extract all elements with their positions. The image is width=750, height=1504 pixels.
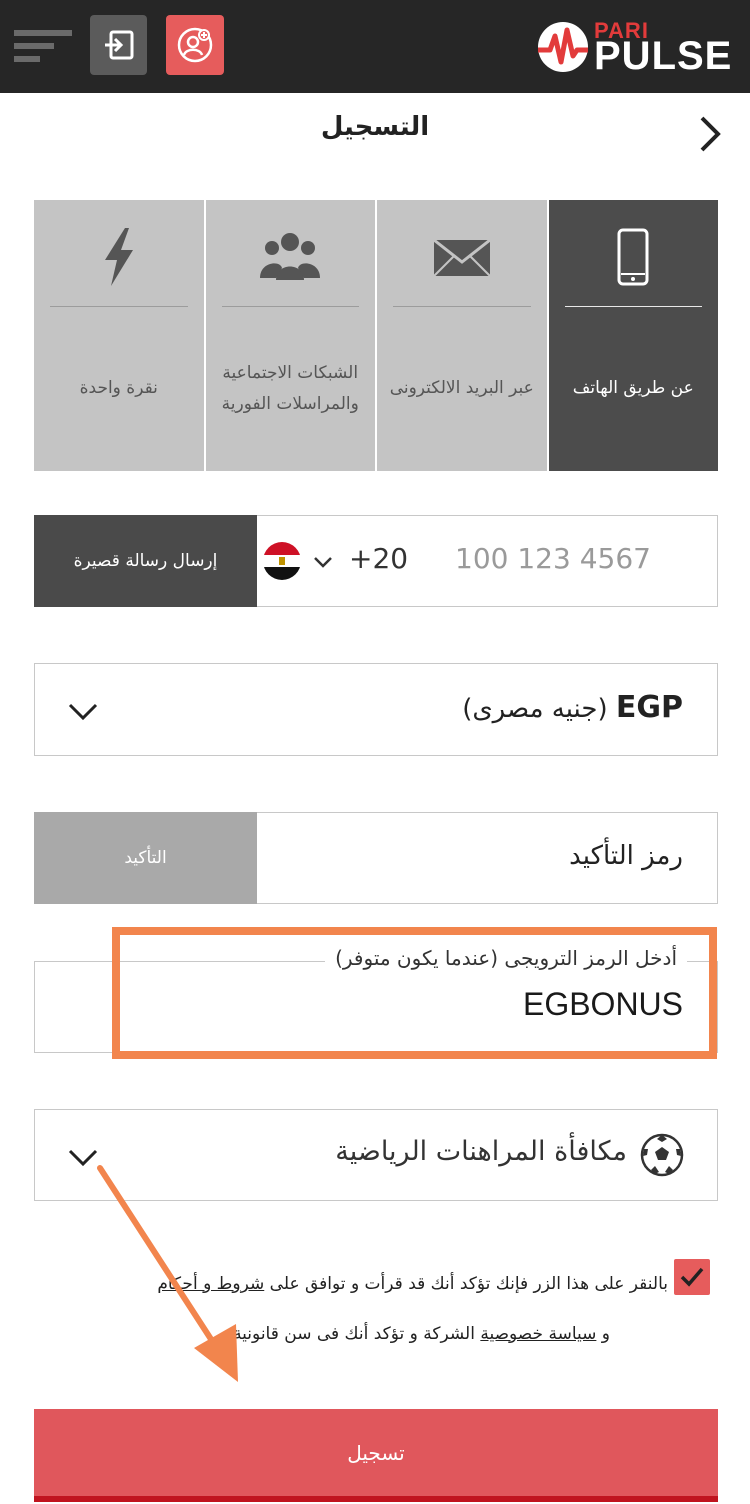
register-header-button[interactable] [166, 15, 224, 75]
egypt-flag-icon[interactable] [263, 542, 301, 580]
register-submit-button[interactable]: تسجيل [34, 1409, 718, 1502]
chevron-down-icon [68, 1149, 98, 1167]
menu-icon[interactable] [14, 28, 72, 64]
login-button[interactable] [90, 15, 147, 75]
confirmation-code-input[interactable]: رمز التأكيد [569, 841, 683, 871]
envelope-icon [432, 238, 491, 277]
send-sms-button[interactable]: إرسال رسالة قصيرة [34, 515, 257, 607]
privacy-text-prefix: و [596, 1324, 610, 1344]
phone-field: إرسال رسالة قصيرة +20 100 123 4567 [34, 515, 718, 607]
promo-code-input[interactable]: EGBONUS [523, 986, 683, 1023]
page-title: التسجيل [320, 112, 430, 142]
currency-select[interactable]: EGP (جنيه مصرى) [34, 663, 718, 756]
tab-divider [564, 306, 702, 307]
tab-phone[interactable]: عن طريق الهاتف [546, 200, 718, 471]
tab-divider [393, 306, 531, 307]
pari-pulse-logo[interactable]: PARI PULSE [536, 14, 736, 78]
privacy-text-suffix: الشركة و تؤكد أنك فى سن قانونية [233, 1324, 481, 1344]
bonus-value: مكافأة المراهنات الرياضية [335, 1136, 627, 1167]
tab-divider [221, 306, 359, 307]
confirmation-code-field: التأكيد رمز التأكيد [34, 812, 718, 904]
country-code[interactable]: +20 [349, 542, 408, 575]
tab-label: عن طريق الهاتف [572, 378, 694, 398]
phone-input[interactable]: 100 123 4567 [455, 542, 651, 575]
tab-label: الشبكات الاجتماعية والمراسلات الفورية [221, 362, 359, 414]
terms-checkbox[interactable] [674, 1259, 710, 1295]
lightning-icon [104, 228, 133, 286]
currency-value: EGP (جنيه مصرى) [462, 690, 683, 725]
logo-text-bottom: PULSE [594, 34, 733, 78]
chevron-down-icon [68, 703, 98, 721]
tab-one-click[interactable]: نقرة واحدة [34, 200, 204, 471]
terms-link[interactable]: شروط و أحكام [157, 1274, 264, 1294]
chevron-down-icon[interactable] [313, 554, 333, 570]
top-header: PARI PULSE [0, 0, 750, 93]
registration-method-tabs: عن طريق الهاتف عبر البريد الالكترونى الش… [34, 200, 718, 471]
confirm-button[interactable]: التأكيد [34, 812, 257, 904]
logo-mark-icon [538, 22, 588, 72]
promo-code-label: أدخل الرمز الترويجى (عندما يكون متوفر) [325, 946, 687, 970]
user-add-icon [177, 27, 213, 63]
tab-label: نقرة واحدة [79, 378, 158, 398]
tab-label: عبر البريد الالكترونى [389, 378, 534, 398]
checkmark-icon [680, 1267, 704, 1287]
tab-email[interactable]: عبر البريد الالكترونى [375, 200, 547, 471]
currency-name: (جنيه مصرى) [462, 694, 608, 724]
phone-icon [617, 228, 649, 286]
privacy-text: و سياسة خصوصية الشركة و تؤكد أنك فى سن ق… [233, 1324, 610, 1344]
terms-text-prefix: بالنقر على هذا الزر فإنك تؤكد أنك قد قرأ… [264, 1274, 668, 1294]
privacy-link[interactable]: سياسة خصوصية [480, 1324, 596, 1344]
tab-divider [50, 306, 188, 307]
login-icon [104, 30, 133, 60]
bonus-select[interactable]: مكافأة المراهنات الرياضية [34, 1109, 718, 1201]
terms-text: بالنقر على هذا الزر فإنك تؤكد أنك قد قرأ… [157, 1274, 668, 1294]
football-icon [640, 1133, 684, 1177]
users-icon [260, 233, 321, 280]
tab-social[interactable]: الشبكات الاجتماعية والمراسلات الفورية [203, 200, 375, 471]
currency-code: EGP [615, 690, 683, 725]
promo-code-field[interactable]: أدخل الرمز الترويجى (عندما يكون متوفر) E… [34, 946, 718, 1053]
